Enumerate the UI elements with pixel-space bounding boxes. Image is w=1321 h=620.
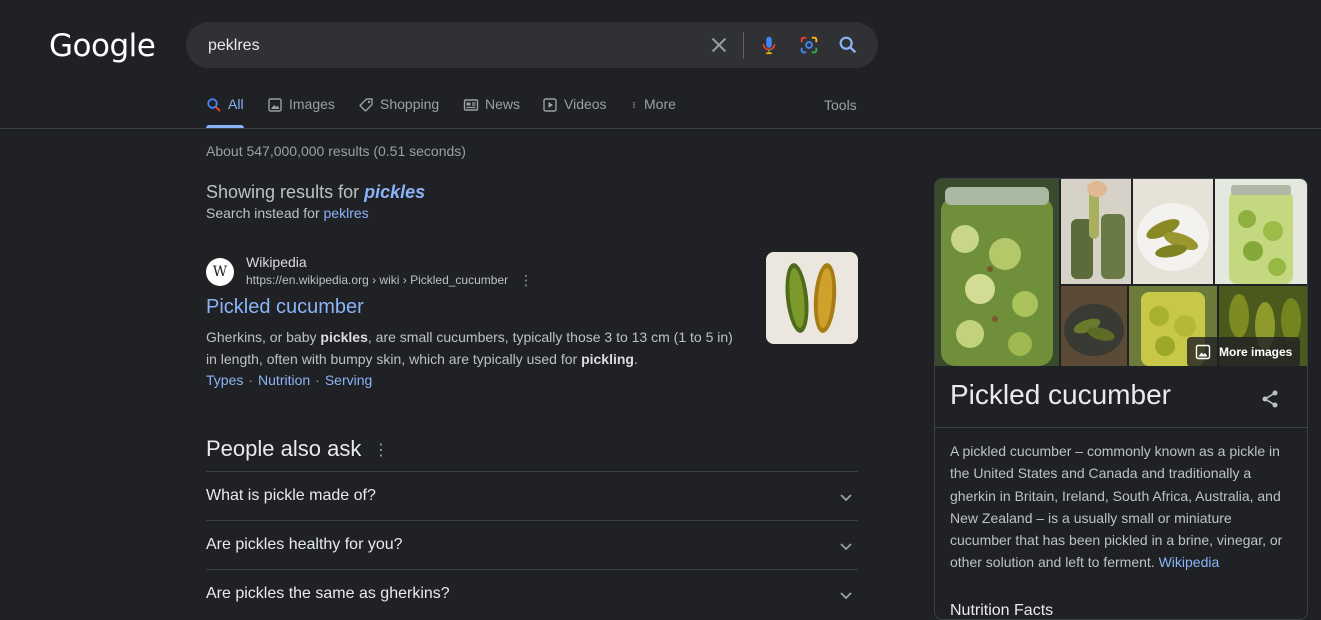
- chevron-down-icon: [840, 543, 852, 551]
- kp-title: Pickled cucumber: [950, 379, 1171, 410]
- sitelink-separator: ·: [315, 372, 320, 388]
- pickle-slices-jar-image: [1215, 179, 1307, 284]
- tab-label: More: [644, 96, 676, 112]
- clear-icon[interactable]: [708, 34, 730, 56]
- kp-image-main[interactable]: [935, 179, 1059, 366]
- google-lens-icon[interactable]: [798, 34, 820, 56]
- snippet-text: Gherkins, or baby: [206, 329, 321, 345]
- kp-description: A pickled cucumber – commonly known as a…: [950, 440, 1290, 574]
- kp-source-link[interactable]: Wikipedia: [1159, 554, 1220, 570]
- search-box: [186, 22, 878, 70]
- pickle-bowl-image: [1133, 179, 1213, 284]
- people-also-ask-title: People also ask: [206, 436, 362, 461]
- sitelink-serving[interactable]: Serving: [325, 372, 372, 388]
- tab-label: News: [485, 96, 521, 112]
- snippet-text: .: [633, 351, 638, 367]
- result-site-name[interactable]: Wikipedia: [246, 254, 307, 270]
- result-url[interactable]: https://en.wikipedia.org › wiki › Pickle…: [246, 273, 508, 287]
- paa-question-text: What is pickle made of?: [206, 487, 376, 504]
- chevron-down-icon: [840, 592, 852, 600]
- kp-image[interactable]: [1061, 179, 1131, 284]
- more-images-button[interactable]: More images: [1187, 337, 1301, 367]
- image-icon: [1195, 344, 1211, 360]
- chevron-down-icon: [840, 494, 852, 502]
- microphone-icon[interactable]: [758, 34, 780, 56]
- image-icon: [268, 98, 282, 112]
- corrected-query-link[interactable]: pickles: [364, 182, 425, 202]
- search-instead-for: Search instead for peklres: [206, 205, 369, 221]
- result-title-link[interactable]: Pickled cucumber: [206, 296, 364, 319]
- paa-question-text: Are pickles healthy for you?: [206, 536, 403, 553]
- tab-news[interactable]: News: [463, 96, 520, 128]
- tab-label: All: [228, 96, 244, 112]
- pickle-jar-image: [935, 179, 1059, 366]
- share-icon[interactable]: [1260, 389, 1280, 409]
- result-snippet: Gherkins, or baby pickles, are small cuc…: [206, 326, 746, 370]
- search-icon[interactable]: [837, 34, 859, 56]
- result-options-icon[interactable]: ⋮: [519, 272, 533, 289]
- google-logo[interactable]: Google: [49, 28, 156, 64]
- tab-all[interactable]: All: [206, 96, 244, 128]
- more-images-label: More images: [1219, 345, 1293, 359]
- pickle-hand-image: [1061, 179, 1131, 284]
- search-input[interactable]: [206, 22, 690, 70]
- kp-divider: [935, 427, 1307, 428]
- tab-label: Images: [289, 96, 335, 112]
- original-query-link[interactable]: peklres: [324, 205, 369, 221]
- play-icon: [543, 98, 557, 112]
- news-icon: [463, 99, 479, 111]
- search-box-separator: [743, 32, 744, 59]
- tab-label: Videos: [564, 96, 607, 112]
- kp-description-text: A pickled cucumber – commonly known as a…: [950, 443, 1283, 571]
- paa-question-text: Are pickles the same as gherkins?: [206, 585, 450, 602]
- pickles-thumbnail-image: [766, 252, 858, 344]
- snippet-highlight: pickling: [581, 351, 634, 367]
- sitelink-separator: ·: [248, 372, 254, 388]
- wikipedia-favicon[interactable]: W: [206, 258, 234, 286]
- tab-videos[interactable]: Videos: [542, 96, 607, 128]
- snippet-highlight: pickles: [320, 329, 368, 345]
- paa-options-icon[interactable]: ⋮: [373, 440, 389, 460]
- tab-more[interactable]: More: [630, 96, 676, 128]
- paa-question[interactable]: What is pickle made of?: [206, 471, 858, 521]
- tab-label: Shopping: [380, 96, 440, 112]
- instead-prefix: Search instead for: [206, 205, 324, 221]
- tag-icon: [359, 98, 373, 112]
- kp-nutrition-facts-heading: Nutrition Facts: [950, 602, 1054, 619]
- result-thumbnail[interactable]: [766, 252, 858, 344]
- paa-question[interactable]: Are pickles healthy for you?: [206, 520, 858, 570]
- kp-image[interactable]: [1215, 179, 1307, 284]
- tab-images[interactable]: Images: [267, 96, 335, 128]
- paa-question[interactable]: Are pickles the same as gherkins?: [206, 569, 858, 619]
- sitelink-types[interactable]: Types: [206, 372, 243, 388]
- kp-image[interactable]: [1061, 286, 1127, 366]
- header-divider: [0, 128, 1321, 129]
- result-sitelinks: Types · Nutrition · Serving: [206, 372, 372, 388]
- showing-results-for: Showing results for pickles: [206, 182, 425, 203]
- more-vert-icon: [633, 102, 635, 108]
- knowledge-panel: More images Pickled cucumber A pickled c…: [934, 178, 1308, 620]
- result-stats: About 547,000,000 results (0.51 seconds): [206, 143, 466, 159]
- sitelink-nutrition[interactable]: Nutrition: [258, 372, 310, 388]
- kp-image[interactable]: [1133, 179, 1213, 284]
- tab-shopping[interactable]: Shopping: [358, 96, 439, 128]
- tools-button[interactable]: Tools: [824, 97, 857, 113]
- pickle-dish-image: [1061, 286, 1127, 366]
- showing-prefix: Showing results for: [206, 182, 365, 202]
- search-icon: [207, 98, 221, 112]
